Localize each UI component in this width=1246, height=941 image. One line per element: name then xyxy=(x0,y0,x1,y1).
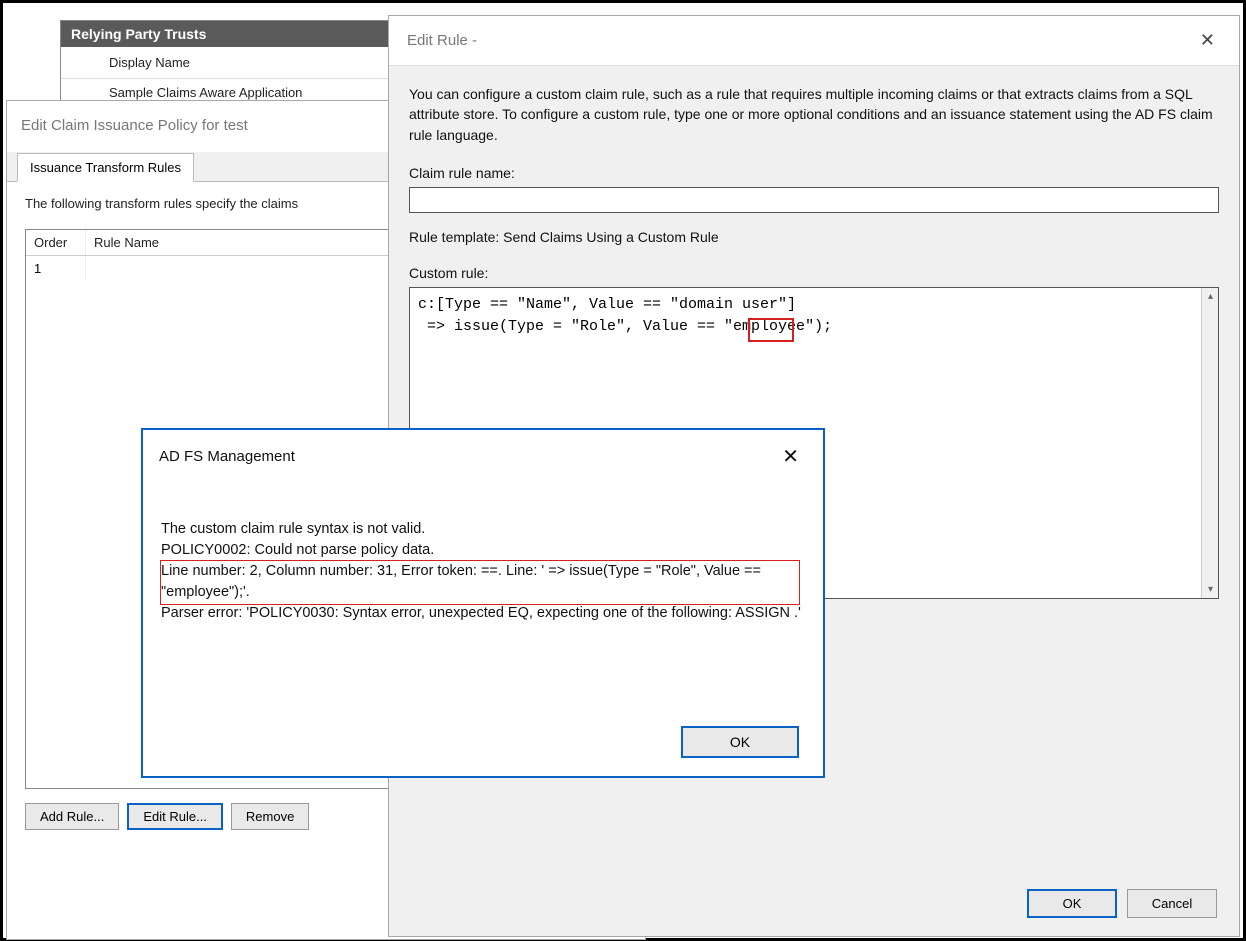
claim-rule-name-input[interactable] xyxy=(409,187,1219,213)
edit-rule-title: Edit Rule - xyxy=(407,32,477,49)
msgbox-line3: Line number: 2, Column number: 31, Error… xyxy=(161,561,805,603)
msgbox-line2: POLICY0002: Could not parse policy data. xyxy=(161,540,805,561)
col-order-header[interactable]: Order xyxy=(26,230,86,255)
msgbox-line4: Parser error: 'POLICY0030: Syntax error,… xyxy=(161,603,805,624)
msgbox-title: AD FS Management xyxy=(159,448,295,465)
custom-rule-label: Custom rule: xyxy=(409,265,1219,281)
edit-rule-button[interactable]: Edit Rule... xyxy=(127,803,223,830)
close-icon[interactable]: ✕ xyxy=(1190,26,1225,55)
rule-template-line: Rule template: Send Claims Using a Custo… xyxy=(409,229,1219,245)
cell-order: 1 xyxy=(26,256,86,281)
scroll-up-icon[interactable]: ▴ xyxy=(1202,288,1219,305)
msgbox-titlebar: AD FS Management ✕ xyxy=(143,430,823,479)
adfs-management-messagebox: AD FS Management ✕ The custom claim rule… xyxy=(141,428,825,778)
ok-button[interactable]: OK xyxy=(1027,889,1117,918)
add-rule-button[interactable]: Add Rule... xyxy=(25,803,119,830)
ok-button[interactable]: OK xyxy=(681,726,799,758)
tab-issuance-transform-rules[interactable]: Issuance Transform Rules xyxy=(17,153,194,182)
remove-rule-button[interactable]: Remove xyxy=(231,803,309,830)
cancel-button[interactable]: Cancel xyxy=(1127,889,1217,918)
scroll-down-icon[interactable]: ▾ xyxy=(1202,581,1219,598)
claim-rule-name-label: Claim rule name: xyxy=(409,165,1219,181)
edit-rule-description: You can configure a custom claim rule, s… xyxy=(409,84,1219,145)
edit-rule-footer: OK Cancel xyxy=(1027,889,1217,918)
edit-rule-titlebar: Edit Rule - ✕ xyxy=(389,16,1239,66)
msgbox-body: The custom claim rule syntax is not vali… xyxy=(143,479,823,628)
scrollbar-vertical[interactable]: ▴ ▾ xyxy=(1201,288,1218,598)
msgbox-line1: The custom claim rule syntax is not vali… xyxy=(161,519,805,540)
close-icon[interactable]: ✕ xyxy=(774,442,807,471)
